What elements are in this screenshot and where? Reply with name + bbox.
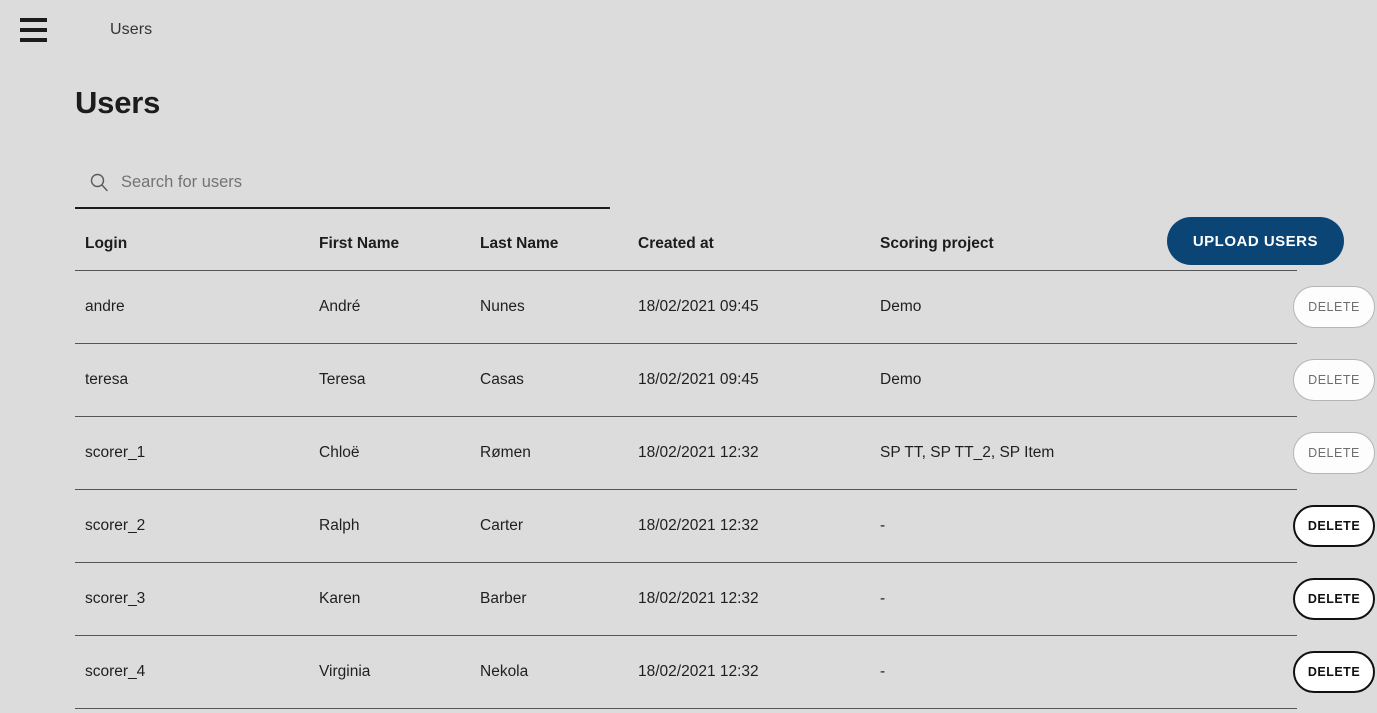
cell-last-name: Carter xyxy=(480,517,638,535)
delete-button[interactable]: DELETE xyxy=(1293,505,1375,547)
table-row: scorer_2RalphCarter18/02/2021 12:32-DELE… xyxy=(75,490,1297,563)
cell-actions: DELETE xyxy=(1210,417,1297,489)
cell-login: teresa xyxy=(75,371,319,389)
cell-last-name: Barber xyxy=(480,590,638,608)
cell-scoring-project: Demo xyxy=(880,298,1210,316)
column-header-scoring-project: Scoring project xyxy=(880,225,1210,253)
cell-login: scorer_1 xyxy=(75,444,319,462)
hamburger-bar xyxy=(20,38,47,42)
table-row: scorer_3KarenBarber18/02/2021 12:32-DELE… xyxy=(75,563,1297,636)
cell-first-name: Chloë xyxy=(319,444,480,462)
delete-button[interactable]: DELETE xyxy=(1293,651,1375,693)
cell-last-name: Nunes xyxy=(480,298,638,316)
cell-actions: DELETE xyxy=(1210,563,1297,635)
table-row: teresaTeresaCasas18/02/2021 09:45DemoDEL… xyxy=(75,344,1297,417)
breadcrumb[interactable]: Users xyxy=(110,21,152,39)
cell-created-at: 18/02/2021 12:32 xyxy=(638,444,880,462)
cell-first-name: Teresa xyxy=(319,371,480,389)
table-row: scorer_4VirginiaNekola18/02/2021 12:32-D… xyxy=(75,636,1297,709)
cell-login: scorer_3 xyxy=(75,590,319,608)
page-content: Users UPLOAD USERS Login First Name Last… xyxy=(0,85,1377,709)
controls-row: UPLOAD USERS xyxy=(75,151,1297,217)
cell-actions: DELETE xyxy=(1210,344,1297,416)
cell-first-name: Karen xyxy=(319,590,480,608)
table-header-row: Login First Name Last Name Created at Sc… xyxy=(75,225,1297,271)
search-input[interactable] xyxy=(121,173,610,192)
cell-actions: DELETE xyxy=(1210,271,1297,343)
delete-button[interactable]: DELETE xyxy=(1293,359,1375,401)
cell-created-at: 18/02/2021 12:32 xyxy=(638,590,880,608)
cell-login: scorer_2 xyxy=(75,517,319,535)
column-header-login: Login xyxy=(75,225,319,253)
hamburger-menu-icon[interactable] xyxy=(16,13,50,47)
search-icon xyxy=(89,172,109,192)
cell-scoring-project: SP TT, SP TT_2, SP Item xyxy=(880,444,1210,462)
hamburger-bar xyxy=(20,18,47,22)
cell-last-name: Rømen xyxy=(480,444,638,462)
table-row: scorer_1ChloëRømen18/02/2021 12:32SP TT,… xyxy=(75,417,1297,490)
cell-scoring-project: - xyxy=(880,663,1210,681)
users-table: Login First Name Last Name Created at Sc… xyxy=(75,225,1297,709)
cell-first-name: Virginia xyxy=(319,663,480,681)
cell-first-name: André xyxy=(319,298,480,316)
cell-actions: DELETE xyxy=(1210,636,1297,708)
table-row: andreAndréNunes18/02/2021 09:45DemoDELET… xyxy=(75,271,1297,344)
cell-created-at: 18/02/2021 12:32 xyxy=(638,663,880,681)
cell-created-at: 18/02/2021 12:32 xyxy=(638,517,880,535)
delete-button[interactable]: DELETE xyxy=(1293,578,1375,620)
cell-login: andre xyxy=(75,298,319,316)
column-header-actions xyxy=(1210,225,1297,270)
column-header-created-at: Created at xyxy=(638,225,880,253)
cell-first-name: Ralph xyxy=(319,517,480,535)
cell-last-name: Nekola xyxy=(480,663,638,681)
cell-scoring-project: Demo xyxy=(880,371,1210,389)
cell-scoring-project: - xyxy=(880,517,1210,535)
cell-created-at: 18/02/2021 09:45 xyxy=(638,298,880,316)
column-header-last-name: Last Name xyxy=(480,225,638,253)
hamburger-bar xyxy=(20,28,47,32)
delete-button[interactable]: DELETE xyxy=(1293,286,1375,328)
cell-created-at: 18/02/2021 09:45 xyxy=(638,371,880,389)
delete-button[interactable]: DELETE xyxy=(1293,432,1375,474)
table-body: andreAndréNunes18/02/2021 09:45DemoDELET… xyxy=(75,271,1297,709)
cell-last-name: Casas xyxy=(480,371,638,389)
cell-actions: DELETE xyxy=(1210,490,1297,562)
search-field[interactable] xyxy=(75,159,610,209)
cell-login: scorer_4 xyxy=(75,663,319,681)
page-title: Users xyxy=(75,85,1297,121)
top-bar: Users xyxy=(0,0,1377,60)
column-header-first-name: First Name xyxy=(319,225,480,253)
cell-scoring-project: - xyxy=(880,590,1210,608)
